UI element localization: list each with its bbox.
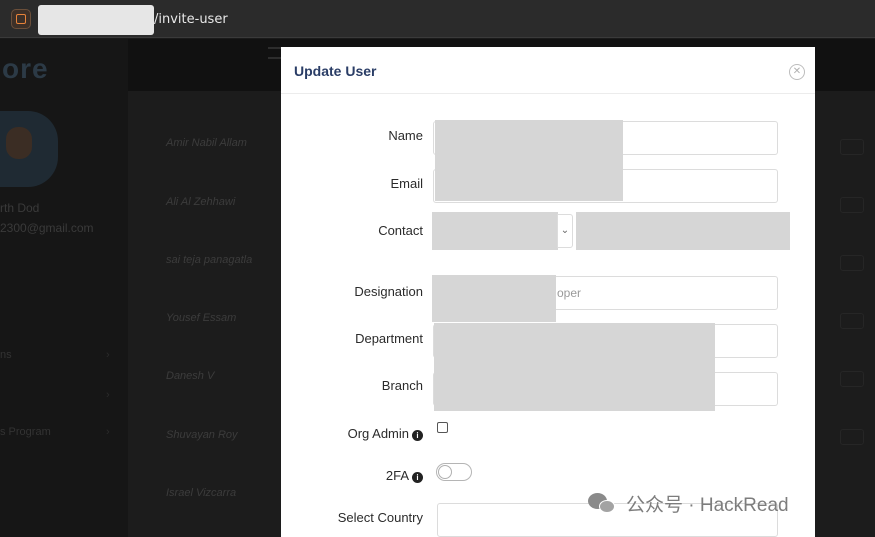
- redacted-block: [432, 275, 556, 322]
- org-admin-label: Org Admin i: [293, 426, 423, 441]
- row-action-button[interactable]: [840, 255, 864, 271]
- name-label: Name: [388, 128, 423, 143]
- chevron-right-icon: ›: [106, 426, 110, 438]
- redacted-block: [435, 120, 623, 201]
- browser-toolbar: /invite-user: [0, 0, 875, 38]
- department-label: Department: [355, 331, 423, 346]
- update-user-modal: Update User ✕ Name Email Contact ⌄ Desig…: [281, 47, 815, 537]
- sidebar-user-email: 2300@gmail.com: [0, 221, 94, 235]
- branch-label: Branch: [381, 378, 423, 393]
- email-label: Email: [390, 176, 423, 191]
- table-row: Ali Al Zehhawi: [166, 196, 236, 208]
- chevron-right-icon: ›: [106, 349, 110, 361]
- org-admin-checkbox[interactable]: [437, 422, 448, 433]
- select-country-label: Select Country: [337, 510, 423, 525]
- url-path[interactable]: /invite-user: [154, 12, 228, 27]
- chevron-down-icon[interactable]: ⌄: [557, 214, 573, 248]
- sidebar-item-2[interactable]: s Program: [0, 426, 51, 438]
- row-action-button[interactable]: [840, 197, 864, 213]
- table-row: Amir Nabil Allam: [166, 137, 247, 149]
- redacted-block: [434, 323, 715, 411]
- sidebar: ore rth Dod 2300@gmail.com ns › › s Prog…: [0, 39, 128, 537]
- row-action-button[interactable]: [840, 429, 864, 445]
- table-row: Israel Vizcarra: [166, 487, 237, 499]
- table-row: sai teja panagatla: [166, 254, 253, 266]
- sidebar-item-1[interactable]: ns: [0, 349, 12, 361]
- twofa-toggle[interactable]: [436, 463, 472, 481]
- menu-icon[interactable]: [268, 47, 282, 59]
- org-admin-text: Org Admin: [347, 426, 409, 441]
- row-action-button[interactable]: [840, 371, 864, 387]
- info-icon[interactable]: i: [412, 430, 423, 441]
- table-row: Shuvayan Roy: [166, 429, 238, 441]
- designation-value: oper: [557, 286, 582, 300]
- close-icon[interactable]: ✕: [789, 64, 805, 80]
- twofa-text: 2FA: [385, 468, 409, 483]
- logo: ore: [2, 53, 49, 84]
- row-action-button[interactable]: [840, 139, 864, 155]
- chevron-right-icon: ›: [106, 389, 110, 401]
- designation-label: Designation: [354, 284, 423, 299]
- watermark-text: 公众号 · HackRead: [626, 495, 789, 516]
- avatar-face: [6, 127, 32, 159]
- row-action-button[interactable]: [840, 313, 864, 329]
- table-row: Yousef Essam: [166, 312, 237, 324]
- table-row: Danesh V: [166, 370, 215, 382]
- twofa-label: 2FA i: [293, 468, 423, 483]
- info-icon[interactable]: i: [412, 472, 423, 483]
- watermark: 公众号 · HackRead: [588, 490, 789, 517]
- redacted-url-host: [38, 5, 154, 35]
- sidebar-user-name: rth Dod: [0, 201, 40, 215]
- modal-title: Update User: [294, 63, 377, 79]
- toggle-knob: [438, 465, 452, 479]
- wechat-icon: [588, 492, 616, 515]
- app-favicon-icon[interactable]: [11, 9, 31, 29]
- contact-label: Contact: [378, 223, 423, 238]
- contact-number-field[interactable]: [576, 212, 790, 250]
- country-code-select[interactable]: [432, 212, 558, 250]
- modal-header: Update User ✕: [281, 47, 815, 94]
